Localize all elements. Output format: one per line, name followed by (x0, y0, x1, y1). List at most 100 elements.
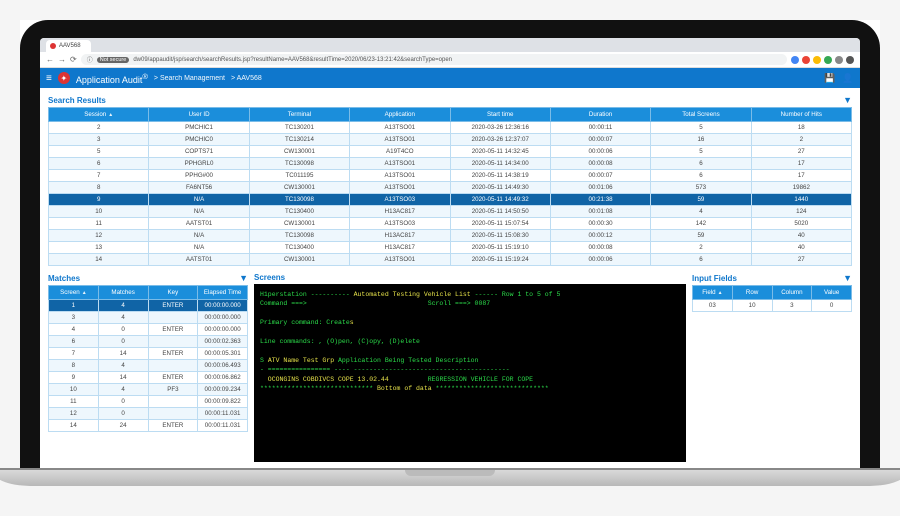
column-header[interactable]: Duration (550, 108, 650, 122)
table-cell (148, 360, 198, 372)
column-header[interactable]: Start time (450, 108, 550, 122)
table-cell: 9 (49, 372, 99, 384)
not-secure-badge: Not secure (97, 57, 130, 63)
table-cell: 27 (751, 146, 851, 158)
table-cell: PPHG#00 (149, 170, 249, 182)
table-cell: 0 (98, 336, 148, 348)
ext-icon[interactable] (835, 56, 843, 64)
column-header[interactable]: User ID (149, 108, 249, 122)
menu-dots-icon[interactable] (846, 56, 854, 64)
column-header[interactable]: Terminal (249, 108, 349, 122)
table-row[interactable]: 11AATST01CW130001A13TSO032020-05-11 15:0… (49, 218, 852, 230)
table-row[interactable]: 9N/ATC130098A13TSO032020-05-11 14:49:320… (49, 194, 852, 206)
column-header[interactable]: Value (812, 286, 852, 300)
table-row[interactable]: 104PF300:00:09.234 (49, 384, 248, 396)
table-cell: 11 (49, 396, 99, 408)
table-row[interactable]: 11000:00:09.822 (49, 396, 248, 408)
table-cell: 5 (49, 146, 149, 158)
ext-icon[interactable] (791, 56, 799, 64)
user-icon[interactable]: 👤 (842, 72, 854, 84)
reload-button[interactable]: ⟳ (70, 55, 77, 64)
table-row[interactable]: 14ENTER00:00:00.000 (49, 300, 248, 312)
table-row[interactable]: 40ENTER00:00:00.000 (49, 324, 248, 336)
table-row[interactable]: 6PPHGRL0TC130098A13TSO012020-05-11 14:34… (49, 158, 852, 170)
table-row[interactable]: 8400:00:06.493 (49, 360, 248, 372)
ext-icon[interactable] (824, 56, 832, 64)
forward-button[interactable]: → (58, 55, 66, 64)
table-cell: 6 (49, 336, 99, 348)
table-row[interactable]: 714ENTER00:00:05.301 (49, 348, 248, 360)
table-cell: 4 (98, 300, 148, 312)
table-cell: TC130214 (249, 134, 349, 146)
breadcrumb[interactable]: > AAV568 (231, 75, 262, 82)
table-cell: COPTS71 (149, 146, 249, 158)
table-cell: N/A (149, 230, 249, 242)
table-row[interactable]: 5COPTS71CW130001A19T4CO2020-05-11 14:32:… (49, 146, 852, 158)
table-cell: 5 (651, 146, 751, 158)
table-row[interactable]: 7PPHG#00TC011195A13TSO012020-05-11 14:38… (49, 170, 852, 182)
column-header[interactable]: Session▲ (49, 108, 149, 122)
sort-icon[interactable]: ▲ (718, 290, 723, 296)
column-header[interactable]: Number of Hits (751, 108, 851, 122)
table-row[interactable]: 3400:00:00.000 (49, 312, 248, 324)
table-cell: 4 (98, 312, 148, 324)
column-header[interactable]: Screen▲ (49, 286, 99, 300)
table-cell: 2020-03-26 12:36:16 (450, 122, 550, 134)
table-cell: 00:00:08 (550, 242, 650, 254)
table-row[interactable]: 14AATST01CW130001A13TSO012020-05-11 15:1… (49, 254, 852, 266)
table-row[interactable]: 10N/ATC130400H13AC8172020-05-11 14:50:50… (49, 206, 852, 218)
column-header[interactable]: Elapsed Time (198, 286, 248, 300)
table-row[interactable]: 12N/ATC130098H13AC8172020-05-11 15:08:30… (49, 230, 852, 242)
hamburger-icon[interactable]: ≡ (46, 73, 52, 84)
table-row[interactable]: 2PMCHIC1TC130201A13TSO012020-03-26 12:36… (49, 122, 852, 134)
table-cell: 17 (751, 170, 851, 182)
ext-icon[interactable] (802, 56, 810, 64)
breadcrumb[interactable]: > Search Management (154, 75, 225, 82)
table-row[interactable]: 914ENTER00:00:06.862 (49, 372, 248, 384)
column-header[interactable]: Field▲ (693, 286, 733, 300)
table-row[interactable]: 12000:00:11.031 (49, 408, 248, 420)
table-cell: H13AC817 (350, 206, 450, 218)
table-cell: PMCHIC1 (149, 122, 249, 134)
table-cell: 59 (651, 194, 751, 206)
filter-icon[interactable]: ▼ (843, 273, 852, 283)
table-cell: 17 (751, 158, 851, 170)
sort-icon[interactable]: ▲ (82, 290, 87, 296)
table-row[interactable]: 1424ENTER00:00:11.031 (49, 420, 248, 432)
back-button[interactable]: ← (46, 55, 54, 64)
table-cell: 6 (651, 170, 751, 182)
url-bar[interactable]: ⓘ Not secure dw09/appaudit/jsp/search/se… (81, 54, 787, 65)
table-row[interactable]: 6000:00:02.363 (49, 336, 248, 348)
table-cell: 1 (49, 300, 99, 312)
save-icon[interactable]: 💾 (824, 72, 836, 84)
column-header[interactable]: Matches (98, 286, 148, 300)
column-header[interactable]: Row (732, 286, 772, 300)
column-header[interactable]: Total Screens (651, 108, 751, 122)
table-cell: 2020-05-11 14:49:30 (450, 182, 550, 194)
sort-icon[interactable]: ▲ (108, 112, 113, 118)
table-cell: 2020-05-11 15:08:30 (450, 230, 550, 242)
table-cell: 4 (651, 206, 751, 218)
app-header: ≡ ✦ Application Audit® > Search Manageme… (40, 68, 860, 88)
table-row[interactable]: 8FA6NT56CW130001A13TSO012020-05-11 14:49… (49, 182, 852, 194)
table-cell: 0 (812, 300, 852, 312)
table-cell: H13AC817 (350, 230, 450, 242)
column-header[interactable]: Column (772, 286, 812, 300)
column-header[interactable]: Application (350, 108, 450, 122)
filter-icon[interactable]: ▼ (239, 273, 248, 283)
ext-icon[interactable] (813, 56, 821, 64)
table-cell: N/A (149, 242, 249, 254)
column-header[interactable]: Key (148, 286, 198, 300)
table-cell: TC130098 (249, 158, 349, 170)
table-cell: A13TSO01 (350, 254, 450, 266)
table-cell: 0 (98, 408, 148, 420)
table-cell: 12 (49, 408, 99, 420)
table-row[interactable]: 13N/ATC130400H13AC8172020-05-11 15:19:10… (49, 242, 852, 254)
table-row[interactable]: 3PMCHIC0TC130214A13TSO012020-03-26 12:37… (49, 134, 852, 146)
filter-icon[interactable]: ▼ (843, 95, 852, 105)
browser-tab[interactable]: AAV568 (46, 40, 91, 52)
tab-title: AAV568 (59, 43, 81, 49)
table-row[interactable]: 031030 (693, 300, 852, 312)
table-cell (148, 336, 198, 348)
table-cell: 2020-05-11 15:19:10 (450, 242, 550, 254)
